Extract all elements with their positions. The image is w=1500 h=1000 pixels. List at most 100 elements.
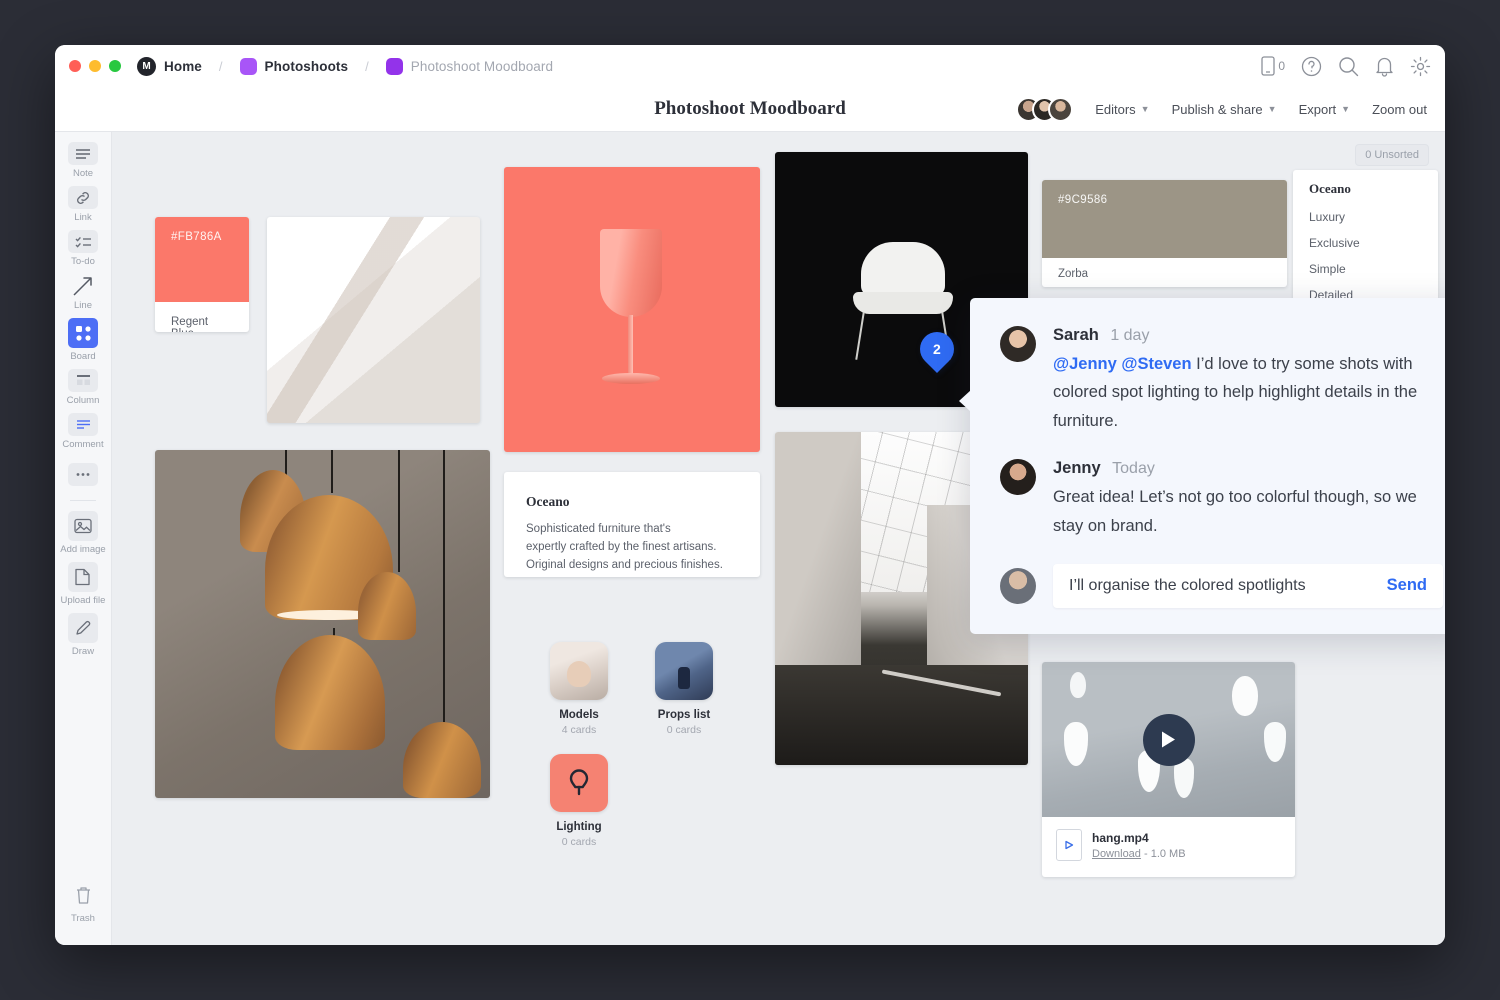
sidebar-label-column: Column <box>67 395 100 406</box>
notification-icon[interactable] <box>1375 56 1394 77</box>
comment-header: Sarah 1 day <box>1053 326 1443 345</box>
folder-name: Props list <box>655 709 713 721</box>
sidebar-item-trash[interactable]: Trash <box>68 880 98 924</box>
note-card-oceano[interactable]: Oceano Sophisticated furniture that's ex… <box>504 472 760 577</box>
comment-timestamp: Today <box>1112 460 1155 477</box>
comment-reply-box[interactable]: Send <box>1053 564 1443 608</box>
breadcrumb-item-photoshoots[interactable]: Photoshoots <box>265 59 349 74</box>
publish-label: Publish & share <box>1172 102 1263 117</box>
list-card-title: Oceano <box>1293 170 1438 204</box>
breadcrumb-item-home[interactable]: Home <box>164 59 202 74</box>
column-icon <box>68 369 98 392</box>
search-icon[interactable] <box>1338 56 1359 77</box>
unsorted-badge[interactable]: 0 Unsorted <box>1355 144 1429 166</box>
more-icon <box>68 463 98 486</box>
color-swatch-card-zorba[interactable]: #9C9586 Zorba <box>1042 180 1287 287</box>
sidebar-label-comment: Comment <box>62 439 103 450</box>
sidebar-item-link[interactable]: Link <box>68 186 98 223</box>
minimize-button[interactable] <box>89 60 101 72</box>
editors-dropdown[interactable]: Editors ▼ <box>1095 102 1149 117</box>
chevron-down-icon: ▼ <box>1268 104 1277 114</box>
video-file-meta: Download - 1.0 MB <box>1092 848 1186 860</box>
video-file-size: - 1.0 MB <box>1144 848 1186 860</box>
sidebar-divider <box>70 500 96 501</box>
comment-icon <box>68 413 98 436</box>
sidebar-item-board[interactable]: Board <box>68 318 98 362</box>
mobile-icon[interactable]: 0 <box>1261 56 1285 76</box>
folder-lighting[interactable]: Lighting 0 cards <box>550 754 608 848</box>
folder-models[interactable]: Models 4 cards <box>550 642 608 736</box>
board-actions: Editors ▼ Publish & share ▼ Export ▼ Zoo… <box>1016 97 1445 122</box>
folder-count: 0 cards <box>655 724 713 736</box>
comment-thread-panel: Sarah 1 day @Jenny @Steven I’d love to t… <box>970 298 1445 634</box>
publish-share-dropdown[interactable]: Publish & share ▼ <box>1172 102 1277 117</box>
export-dropdown[interactable]: Export ▼ <box>1299 102 1351 117</box>
maximize-button[interactable] <box>109 60 121 72</box>
zoom-out-button[interactable]: Zoom out <box>1372 102 1427 117</box>
folder-name: Models <box>550 709 608 721</box>
sidebar-label-trash: Trash <box>71 913 95 924</box>
list-card-oceano[interactable]: Oceano Luxury Exclusive Simple Detailed <box>1293 170 1438 310</box>
comment-reply-row: Send <box>1000 564 1443 608</box>
breadcrumb-separator: / <box>219 59 223 74</box>
sidebar-item-todo[interactable]: To-do <box>68 230 98 267</box>
folder-props-list[interactable]: Props list 0 cards <box>655 642 713 736</box>
sidebar-label-draw: Draw <box>72 646 94 657</box>
video-file-name: hang.mp4 <box>1092 831 1186 845</box>
image-card-architecture-light[interactable] <box>267 217 480 423</box>
left-toolbar: Note Link To-do Line <box>55 132 112 945</box>
swatch-name: Regent Blue <box>155 302 249 332</box>
video-thumbnail[interactable] <box>1042 662 1295 817</box>
video-card-hang[interactable]: hang.mp4 Download - 1.0 MB <box>1042 662 1295 877</box>
comment-item: Sarah 1 day @Jenny @Steven I’d love to t… <box>1000 326 1443 435</box>
zoom-out-label: Zoom out <box>1372 102 1427 117</box>
sidebar-item-upload-file[interactable]: Upload file <box>61 562 106 606</box>
sidebar-item-comment[interactable]: Comment <box>62 413 103 450</box>
editor-avatars[interactable] <box>1016 97 1073 122</box>
play-button[interactable] <box>1143 714 1195 766</box>
color-swatch-card-coral[interactable]: #FB786A Regent Blue <box>155 217 249 332</box>
download-link[interactable]: Download <box>1092 848 1141 860</box>
comment-panel-pointer <box>959 390 971 412</box>
line-icon <box>68 274 98 297</box>
trash-icon <box>68 880 98 910</box>
sidebar-label-add-image: Add image <box>60 544 105 555</box>
chevron-down-icon: ▼ <box>1141 104 1150 114</box>
note-card-title: Oceano <box>526 494 738 510</box>
editors-label: Editors <box>1095 102 1135 117</box>
image-card-copper-lamps[interactable] <box>155 450 490 798</box>
comment-mentions[interactable]: @Jenny @Steven <box>1053 355 1192 373</box>
comment-item: Jenny Today Great idea! Let’s not go too… <box>1000 459 1443 540</box>
sidebar-item-add-image[interactable]: Add image <box>60 511 105 555</box>
sidebar-item-note[interactable]: Note <box>68 142 98 179</box>
breadcrumb-chip-moodboard <box>386 58 403 75</box>
folder-name: Lighting <box>550 821 608 833</box>
folder-count: 0 cards <box>550 836 608 848</box>
close-button[interactable] <box>69 60 81 72</box>
board-header: Photoshoot Moodboard Editors ▼ Publish &… <box>55 87 1445 132</box>
comment-author: Sarah <box>1053 326 1099 344</box>
avatar <box>1000 568 1036 604</box>
comment-reply-input[interactable] <box>1069 577 1387 595</box>
list-item[interactable]: Simple <box>1293 256 1438 282</box>
sidebar-item-column[interactable]: Column <box>67 369 100 406</box>
comment-author: Jenny <box>1053 459 1101 477</box>
image-card-wine-glass[interactable] <box>504 167 760 452</box>
list-item[interactable]: Exclusive <box>1293 230 1438 256</box>
sidebar-item-draw[interactable]: Draw <box>68 613 98 657</box>
sidebar-more-button[interactable] <box>68 463 98 486</box>
send-button[interactable]: Send <box>1387 576 1427 595</box>
swatch-hex-value: #9C9586 <box>1058 194 1107 206</box>
board-icon <box>68 318 98 348</box>
list-item[interactable]: Luxury <box>1293 204 1438 230</box>
help-icon[interactable] <box>1301 56 1322 77</box>
export-label: Export <box>1299 102 1337 117</box>
sidebar-label-board: Board <box>70 351 95 362</box>
note-icon <box>68 142 98 165</box>
breadcrumb-item-moodboard: Photoshoot Moodboard <box>411 59 553 74</box>
link-icon <box>68 186 98 209</box>
window-controls[interactable] <box>69 60 121 72</box>
settings-icon[interactable] <box>1410 56 1431 77</box>
video-file-icon <box>1056 829 1082 861</box>
sidebar-item-line[interactable]: Line <box>68 274 98 311</box>
